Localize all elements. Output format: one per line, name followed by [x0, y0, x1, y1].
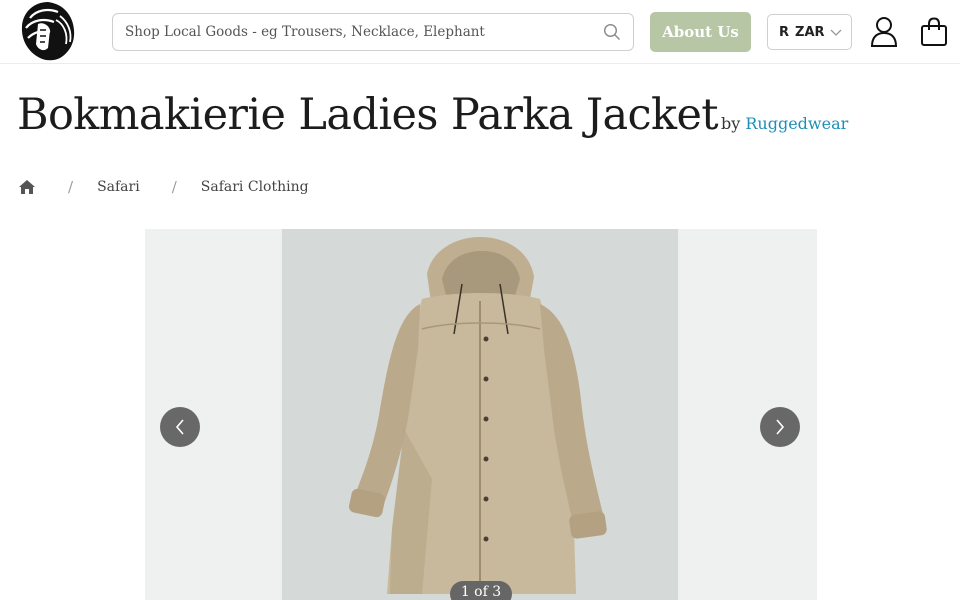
- product-title-row: Bokmakierie Ladies Parka Jacket by Rugged…: [17, 90, 937, 152]
- currency-symbol: R: [779, 24, 790, 40]
- chevron-left-icon: [175, 419, 184, 435]
- currency-selector[interactable]: R ZAR: [767, 14, 852, 50]
- home-icon[interactable]: [18, 178, 36, 196]
- brand-link[interactable]: Ruggedwear: [745, 114, 848, 133]
- user-icon[interactable]: [870, 16, 898, 48]
- currency-code: ZAR: [795, 24, 825, 40]
- product-image-carousel: 1 of 3: [145, 229, 817, 600]
- lion-logo-icon[interactable]: [18, 0, 78, 63]
- by-label: by: [720, 114, 741, 133]
- breadcrumb-separator: /: [171, 178, 177, 196]
- chevron-down-icon: [830, 26, 842, 38]
- carousel-counter: 1 of 3: [450, 581, 512, 600]
- shopping-bag-icon[interactable]: [920, 17, 948, 47]
- breadcrumb-item-safari[interactable]: Safari: [97, 179, 140, 195]
- about-us-button[interactable]: About Us: [650, 12, 751, 52]
- search-icon[interactable]: [603, 23, 621, 41]
- breadcrumb-separator: /: [68, 178, 74, 196]
- chevron-right-icon: [776, 419, 785, 435]
- breadcrumb: / Safari / Safari Clothing: [18, 176, 309, 198]
- carousel-next-button[interactable]: [760, 407, 800, 447]
- product-image: [282, 229, 678, 600]
- search-input[interactable]: [113, 14, 593, 50]
- search-bar: [112, 13, 634, 51]
- breadcrumb-item-safari-clothing[interactable]: Safari Clothing: [201, 179, 309, 195]
- product-title: Bokmakierie Ladies Parka Jacket: [17, 90, 719, 140]
- carousel-prev-button[interactable]: [160, 407, 200, 447]
- site-header: About Us R ZAR: [0, 0, 960, 64]
